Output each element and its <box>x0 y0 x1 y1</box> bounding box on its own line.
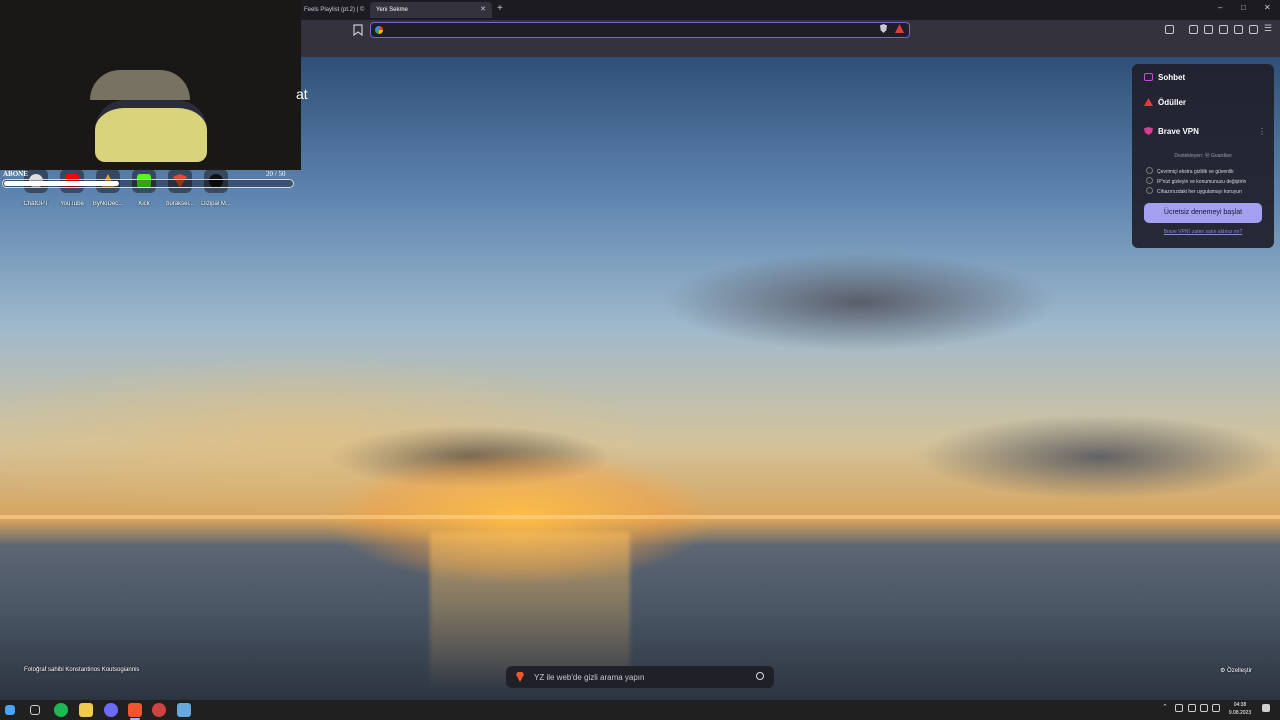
sidebar-item-label: Brave VPN <box>1158 127 1199 136</box>
already-purchased-link[interactable]: Brave VPN'i zaten satın aldınız mı? <box>1132 229 1274 235</box>
customize-button[interactable]: ⚙ Özelleştir <box>1220 667 1252 674</box>
brave-lion-icon <box>516 672 524 682</box>
sidebar-item-rewards[interactable]: Ödüller <box>1144 98 1186 107</box>
subscriber-goal-count: 20 / 50 <box>266 170 286 178</box>
vpn-feature-item: Cihazınızdaki her uygulamayı koruyun <box>1146 187 1242 195</box>
sidebar-item-chat[interactable]: Sohbet <box>1144 73 1185 82</box>
task-view-icon[interactable] <box>30 705 40 715</box>
obs-like-icon[interactable] <box>152 703 166 717</box>
photo-credit[interactable]: Fotoğraf sahibi Konstantinos Koutsogiann… <box>24 667 139 673</box>
vpn-powered-by: Destekleyen: Ⓦ Guardian <box>1174 153 1232 159</box>
url-input[interactable] <box>387 24 867 36</box>
minimize-button[interactable]: – <box>1218 3 1222 12</box>
shortcut-dizipal[interactable]: Dizipal M... <box>194 169 238 207</box>
search-input[interactable] <box>532 670 752 684</box>
vpn-feature-item: IP'nizi gizleyin ve konumunuzu değiştiri… <box>1146 177 1246 185</box>
webcam-helmet <box>95 100 207 162</box>
webcam-person-head <box>90 70 190 100</box>
brave-browser-icon[interactable] <box>128 703 142 717</box>
rewards-icon <box>1144 98 1153 106</box>
subscriber-goal-label: ABONE <box>3 170 28 178</box>
vpn-icon[interactable] <box>1249 25 1258 34</box>
new-tab-button[interactable]: + <box>497 3 503 14</box>
tab-feels-playlist[interactable]: Feels Playlist (pt.2) | © <box>298 2 368 18</box>
wallet-icon[interactable] <box>1219 25 1228 34</box>
google-icon <box>375 26 383 34</box>
chat-icon <box>1144 73 1153 81</box>
start-free-trial-button[interactable]: Ücretsiz denemeyi başlat <box>1144 203 1262 223</box>
partial-greeting-text: at <box>296 86 308 102</box>
address-bar[interactable] <box>370 22 910 38</box>
microphone-icon[interactable] <box>1175 704 1183 712</box>
shortcut-label: Dizipal M... <box>201 201 231 207</box>
sidebar-toggle-icon[interactable] <box>1204 25 1213 34</box>
search-icon[interactable] <box>756 672 764 680</box>
sidebar-item-label: Ödüller <box>1158 98 1187 107</box>
clock[interactable]: 04:38 9.08.2023 <box>1224 701 1256 717</box>
webcam-overlay <box>0 0 301 170</box>
subscriber-goal-fill <box>4 181 119 186</box>
tab-label: Yeni Sekme <box>376 7 408 13</box>
notifications-icon[interactable] <box>1262 704 1270 712</box>
private-search-box[interactable] <box>506 666 774 688</box>
maximize-button[interactable]: □ <box>1241 3 1246 12</box>
display-icon[interactable] <box>1200 704 1208 712</box>
vpn-shield-icon <box>1144 127 1153 135</box>
media-icon[interactable] <box>1189 25 1198 34</box>
menu-icon[interactable]: ☰ <box>1264 23 1273 33</box>
steam-icon[interactable] <box>177 703 191 717</box>
volume-icon[interactable] <box>1212 704 1220 712</box>
tray-overflow-icon[interactable]: ⌃ <box>1162 703 1170 711</box>
clock-date: 9.08.2023 <box>1228 710 1252 716</box>
customize-icon: ⚙ <box>1220 668 1228 674</box>
leo-ai-icon[interactable] <box>1234 25 1243 34</box>
brave-sidebar-panel: Sohbet Ödüller Brave VPN ⋮ Destekleyen: … <box>1132 64 1274 248</box>
windows-taskbar: ⌃ 04:38 9.08.2023 <box>0 700 1280 720</box>
clock-time: 04:38 <box>1233 702 1247 708</box>
sidebar-item-label: Sohbet <box>1158 73 1186 82</box>
windows-start-icon[interactable] <box>5 705 15 715</box>
extensions-icon[interactable] <box>1165 25 1174 34</box>
screen: Feels Playlist (pt.2) | © Yeni Sekme ✕ +… <box>0 0 1280 720</box>
sidebar-item-vpn[interactable]: Brave VPN <box>1144 127 1199 136</box>
discord-like-icon[interactable] <box>104 703 118 717</box>
subscriber-goal-bar <box>2 179 294 188</box>
horizon-glow <box>0 515 1280 519</box>
spotify-icon[interactable] <box>54 703 68 717</box>
network-icon[interactable] <box>1188 704 1196 712</box>
tab-label: Feels Playlist (pt.2) | © <box>304 7 365 13</box>
vpn-more-options-icon[interactable]: ⋮ <box>1258 127 1266 136</box>
close-window-button[interactable]: ✕ <box>1264 3 1271 12</box>
close-tab-icon[interactable]: ✕ <box>480 2 486 18</box>
tab-new-tab[interactable]: Yeni Sekme ✕ <box>370 2 492 18</box>
vpn-feature-item: Çevrimiçi ekstra gizlilik ve güvenlik <box>1146 167 1234 175</box>
customize-label: Özelleştir <box>1227 668 1253 674</box>
file-explorer-icon[interactable] <box>79 703 93 717</box>
bookmark-icon[interactable] <box>353 24 363 36</box>
